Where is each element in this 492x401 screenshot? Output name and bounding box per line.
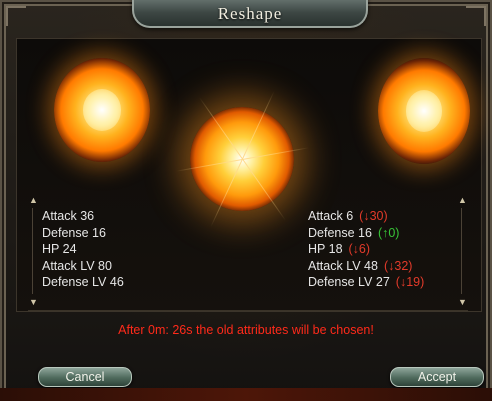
chevron-up-icon[interactable]: ▲ [458, 196, 467, 205]
accept-button[interactable]: Accept [390, 367, 484, 387]
new-attribute-attack-lv: Attack LV 48 (↓32) [308, 258, 424, 275]
divider [28, 310, 468, 311]
new-attribute-orb [378, 58, 470, 164]
new-attribute-label: Defense LV 27 [308, 275, 390, 290]
new-attributes-list: Attack 6 (↓30) Defense 16 (↑0) HP 18 (↓6) A… [308, 208, 424, 291]
chevron-down-icon[interactable]: ▼ [458, 298, 467, 307]
window-title: Reshape [217, 4, 283, 23]
title-plate: Reshape [132, 0, 368, 28]
new-attribute-hp: HP 18 (↓6) [308, 241, 424, 258]
new-attribute-label: Attack LV 48 [308, 258, 378, 273]
new-attribute-label: Defense 16 [308, 225, 372, 240]
new-attributes-scrollbar[interactable]: ▲ ▼ [458, 196, 467, 307]
countdown-message: After 0m: 26s the old attributes will be… [118, 323, 374, 337]
chevron-up-icon[interactable]: ▲ [29, 196, 38, 205]
new-attribute-label: Attack 6 [308, 209, 354, 223]
scroll-track[interactable] [461, 208, 462, 294]
orb-core [405, 89, 443, 133]
chevron-down-icon[interactable]: ▼ [29, 298, 38, 307]
new-attribute-attack: Attack 6 (↓30) [308, 208, 424, 225]
attribute-change: (↓19) [395, 275, 425, 290]
new-attribute-defense-lv: Defense LV 27 (↓19) [308, 274, 424, 291]
attribute-change: (↑0) [377, 225, 400, 240]
old-attribute-defense: Defense 16 [42, 225, 106, 240]
old-attribute-attack: Attack 36 [42, 209, 95, 223]
attribute-change: (↓6) [348, 242, 371, 257]
scroll-track[interactable] [32, 208, 33, 294]
background-strip [0, 388, 492, 401]
old-attribute-hp: HP 24 [42, 242, 77, 257]
old-attribute-attack-lv: Attack LV 80 [42, 258, 112, 273]
new-attribute-defense: Defense 16 (↑0) [308, 225, 424, 242]
frame-corner [6, 6, 26, 26]
old-attribute-orb [54, 58, 150, 162]
frame-corner [466, 6, 486, 26]
old-attributes-scrollbar[interactable]: ▲ ▼ [29, 196, 38, 307]
attribute-change: (↓32) [383, 258, 413, 273]
orb-core [82, 89, 122, 131]
old-attribute-defense-lv: Defense LV 46 [42, 275, 124, 290]
old-attributes-list: Attack 36 Defense 16 HP 24 Attack LV 80 … [42, 208, 124, 291]
new-attribute-label: HP 18 [308, 242, 343, 257]
attribute-change: (↓30) [359, 209, 388, 223]
cancel-button[interactable]: Cancel [38, 367, 132, 387]
reshape-window: Reshape ▲ ▼ ▲ ▼ Attack 36 Defense 16 HP … [0, 0, 492, 401]
